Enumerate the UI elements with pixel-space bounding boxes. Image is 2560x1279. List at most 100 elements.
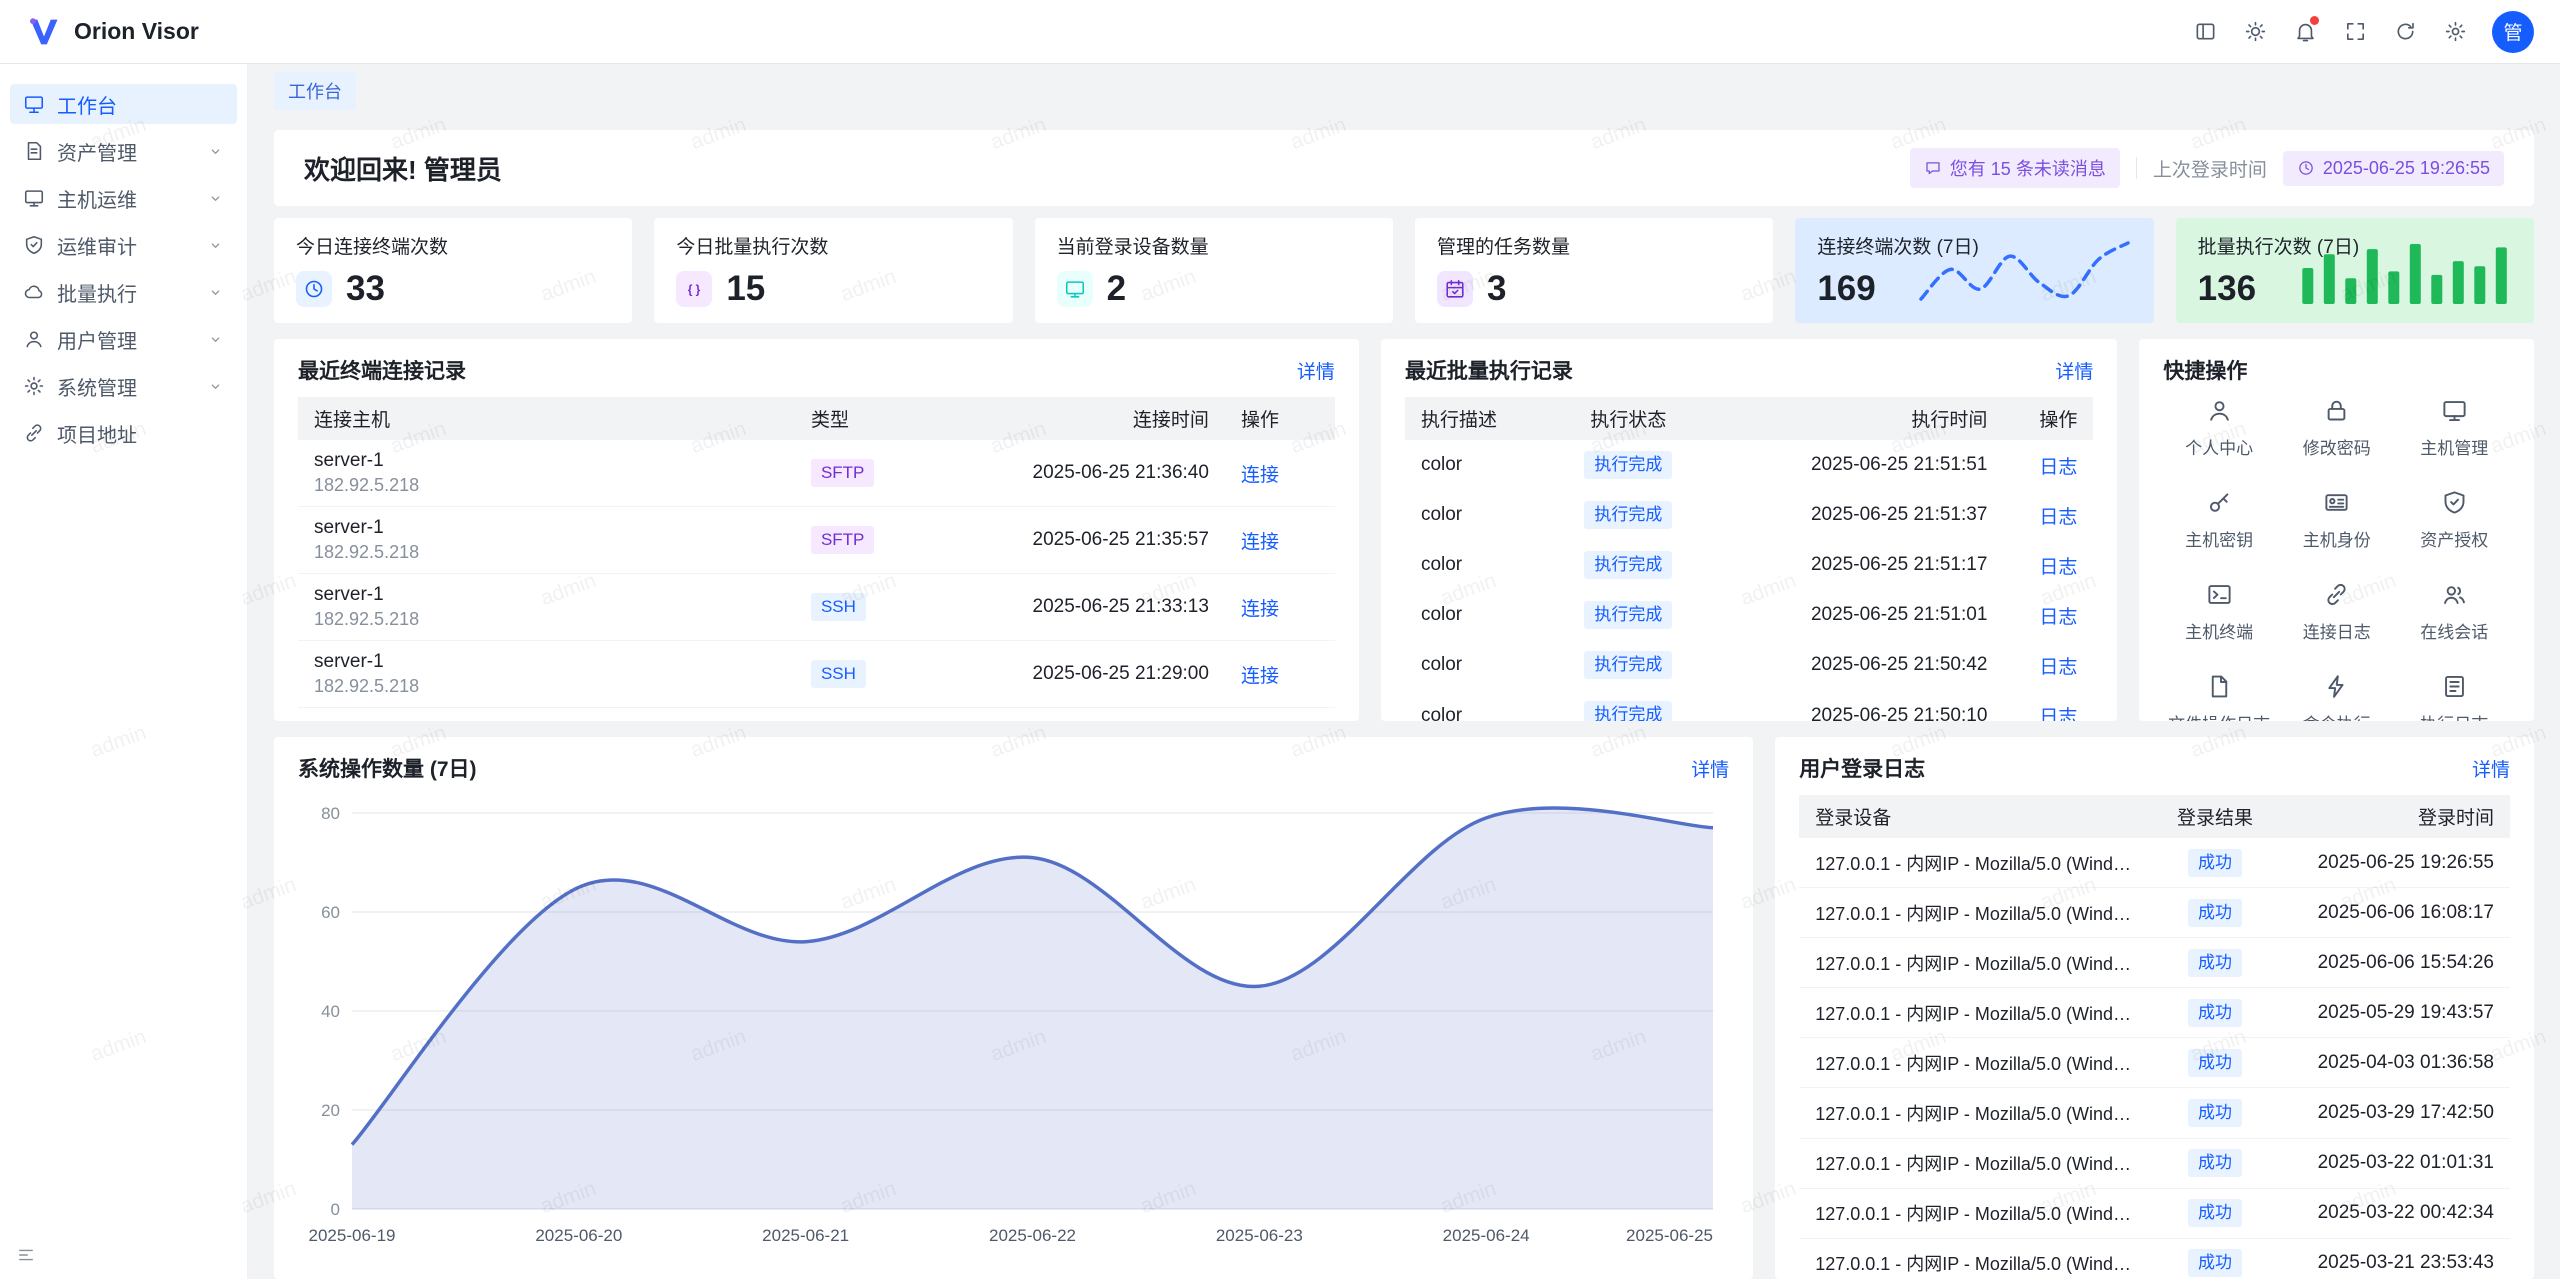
log-link[interactable]: 日志: [2039, 657, 2077, 678]
sparkline-chart: [1917, 238, 2132, 304]
column-header: 类型: [795, 397, 925, 440]
connect-time: 2025-06-25 21:36:40: [1033, 462, 1209, 483]
detail-link[interactable]: 详情: [2055, 357, 2093, 384]
table-row: 127.0.0.1 - 内网IP - Mozilla/5.0 (Windows …: [1799, 988, 2510, 1038]
table-row: server-1182.92.5.218SFTP2025-06-25 21:35…: [298, 507, 1335, 574]
quick-action-file[interactable]: 文件操作日志: [2163, 673, 2275, 721]
stat-card: 今日连接终端次数 33: [274, 218, 632, 323]
login-logs-panel: 用户登录日志 详情 登录设备登录结果登录时间127.0.0.1 - 内网IP -…: [1775, 737, 2534, 1279]
log-link[interactable]: 日志: [2039, 607, 2077, 628]
log-link[interactable]: 日志: [2039, 707, 2077, 721]
sidebar-item-batch-exec[interactable]: 批量执行: [10, 272, 237, 312]
quick-action-lock[interactable]: 修改密码: [2281, 397, 2393, 459]
sidebar-item-system-mgmt[interactable]: 系统管理: [10, 366, 237, 406]
fullscreen-icon[interactable]: [2334, 11, 2376, 53]
connect-link[interactable]: 连接: [1241, 599, 1279, 620]
quick-action-link[interactable]: 连接日志: [2281, 581, 2393, 643]
sidebar-item-workbench[interactable]: 工作台: [10, 84, 237, 124]
quick-action-shield[interactable]: 资产授权: [2398, 489, 2510, 551]
host-name: server-1: [314, 517, 779, 539]
exec-status-tag: 执行完成: [1584, 551, 1672, 579]
trend-value: 136: [2198, 269, 2256, 309]
login-time: 2025-03-22 01:01:31: [2318, 1152, 2494, 1173]
quick-action-monitor[interactable]: 主机管理: [2398, 397, 2510, 459]
unread-messages-chip[interactable]: 您有 15 条未读消息: [1910, 148, 2120, 188]
stat-card: 今日批量执行次数 { } 15: [654, 218, 1012, 323]
table-row: color执行完成2025-06-25 21:51:01日志: [1405, 590, 2093, 640]
sidebar-item-label: 运维审计: [57, 231, 137, 260]
login-device: 127.0.0.1 - 内网IP - Mozilla/5.0 (Windows …: [1815, 900, 2139, 926]
sidebar-collapse-icon[interactable]: [16, 1245, 36, 1265]
quick-action-label: 主机密钥: [2185, 526, 2253, 551]
system-operations-chart-panel: 系统操作数量 (7日) 详情 0204060802025-06-192025-0…: [274, 737, 1753, 1279]
sidebar-item-label: 系统管理: [57, 372, 137, 401]
user-icon: [23, 328, 45, 350]
sidebar-item-label: 项目地址: [57, 419, 137, 448]
monitor-icon: [23, 187, 45, 209]
breadcrumb-item-workbench[interactable]: 工作台: [274, 72, 356, 110]
protocol-tag: SSH: [811, 593, 866, 621]
login-device: 127.0.0.1 - 内网IP - Mozilla/5.0 (Windows …: [1815, 1100, 2139, 1126]
exec-status-tag: 执行完成: [1584, 651, 1672, 679]
gear-icon: [23, 375, 45, 397]
stat-value: 2: [1107, 269, 1126, 309]
quick-action-idcard[interactable]: 主机身份: [2281, 489, 2393, 551]
quick-action-user[interactable]: 个人中心: [2163, 397, 2275, 459]
settings-icon[interactable]: [2434, 11, 2476, 53]
sidebar-item-project-link[interactable]: 项目地址: [10, 413, 237, 453]
exec-status-tag: 执行完成: [1584, 451, 1672, 479]
trend-card: 连接终端次数 (7日) 169: [1795, 218, 2153, 323]
svg-text:2025-06-21: 2025-06-21: [762, 1226, 849, 1245]
log-link[interactable]: 日志: [2039, 557, 2077, 578]
lock-icon: [2323, 397, 2350, 424]
exec-desc: color: [1421, 504, 1462, 525]
connect-link[interactable]: 连接: [1241, 532, 1279, 553]
column-header: 操作: [1225, 397, 1335, 440]
sidebar-item-audit[interactable]: 运维审计: [10, 225, 237, 265]
column-header: 执行状态: [1543, 397, 1713, 440]
quick-action-key[interactable]: 主机密钥: [2163, 489, 2275, 551]
log-link[interactable]: 日志: [2039, 457, 2077, 478]
protocol-tag: SFTP: [811, 459, 874, 487]
doc-icon: [23, 140, 45, 162]
detail-link[interactable]: 详情: [1297, 357, 1335, 384]
avatar[interactable]: 管: [2492, 11, 2534, 53]
quick-action-loglist[interactable]: 执行日志: [2398, 673, 2510, 721]
quick-action-label: 资产授权: [2420, 526, 2488, 551]
connect-link[interactable]: 连接: [1241, 465, 1279, 486]
sparkline-chart: [2297, 238, 2512, 304]
idcard-icon: [2323, 489, 2350, 516]
connect-time: 2025-06-25 21:33:13: [1033, 596, 1209, 617]
column-header: 执行描述: [1405, 397, 1543, 440]
login-time: 2025-06-06 16:08:17: [2318, 902, 2494, 923]
quick-action-users[interactable]: 在线会话: [2398, 581, 2510, 643]
last-login-label: 上次登录时间: [2153, 155, 2267, 182]
layout-toggle-icon[interactable]: [2184, 11, 2226, 53]
refresh-icon[interactable]: [2384, 11, 2426, 53]
quick-action-label: 修改密码: [2303, 434, 2371, 459]
exec-time: 2025-06-25 21:51:01: [1811, 604, 1987, 625]
panel-title: 系统操作数量 (7日): [298, 753, 477, 783]
table-row: server-1182.92.5.218SFTP2025-06-25 21:36…: [298, 440, 1335, 507]
panel-title: 最近批量执行记录: [1405, 355, 1573, 385]
sidebar-item-host-ops[interactable]: 主机运维: [10, 178, 237, 218]
svg-text:{ }: { }: [688, 282, 701, 296]
recent-batch-panel: 最近批量执行记录 详情 执行描述执行状态执行时间操作color执行完成2025-…: [1381, 339, 2117, 721]
welcome-card: 欢迎回来! 管理员 您有 15 条未读消息 上次登录时间 2025-06-25 …: [274, 130, 2534, 206]
detail-link[interactable]: 详情: [2472, 755, 2510, 782]
sidebar-item-user-mgmt[interactable]: 用户管理: [10, 319, 237, 359]
table-row: 127.0.0.1 - 内网IP - Mozilla/5.0 (Windows …: [1799, 838, 2510, 888]
log-link[interactable]: 日志: [2039, 507, 2077, 528]
connect-link[interactable]: 连接: [1241, 666, 1279, 687]
sidebar-item-assets[interactable]: 资产管理: [10, 131, 237, 171]
table-row: color执行完成2025-06-25 21:50:10日志: [1405, 690, 2093, 721]
quick-action-terminal[interactable]: 主机终端: [2163, 581, 2275, 643]
stats-row: 今日连接终端次数 33 今日批量执行次数 { } 15 当前登录设备数量 2 管…: [274, 218, 2534, 323]
host-ip: 182.92.5.218: [314, 609, 779, 630]
notifications-icon[interactable]: [2284, 11, 2326, 53]
detail-link[interactable]: 详情: [1691, 755, 1729, 782]
login-result-tag: 成功: [2188, 1049, 2242, 1077]
brightness-icon[interactable]: [2234, 11, 2276, 53]
table-row: color执行完成2025-06-25 21:51:51日志: [1405, 440, 2093, 490]
quick-action-bolt[interactable]: 命令执行: [2281, 673, 2393, 721]
